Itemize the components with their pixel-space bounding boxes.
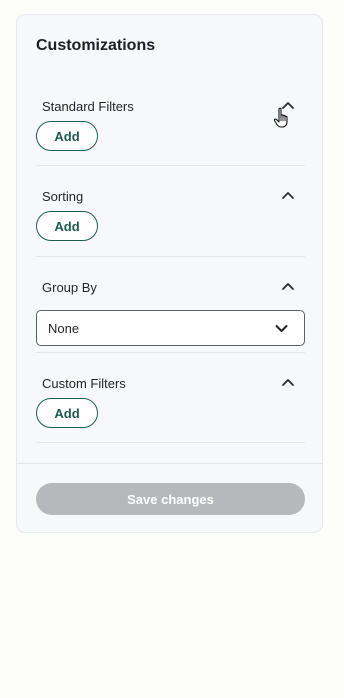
hand-pointer-cursor-icon (273, 107, 288, 128)
chevron-up-icon[interactable] (281, 190, 295, 200)
customizations-panel: Customizations Standard Filters Add Sort… (16, 14, 323, 533)
divider (36, 352, 305, 353)
section-sorting: Sorting Add (36, 187, 305, 257)
panel-title: Customizations (36, 37, 156, 54)
section-label: Standard Filters (42, 99, 134, 114)
group-by-select[interactable]: None (36, 310, 305, 346)
group-by-select-value: None (48, 321, 80, 336)
section-custom-filters: Custom Filters Add (36, 374, 305, 444)
chevron-up-icon[interactable] (281, 377, 295, 387)
divider (36, 442, 305, 443)
section-label: Group By (42, 280, 97, 295)
section-header-group-by[interactable]: Group By (42, 278, 305, 298)
section-header-custom-filters[interactable]: Custom Filters (42, 374, 305, 394)
divider (36, 256, 305, 257)
section-label: Sorting (42, 189, 84, 204)
chevron-down-icon (275, 325, 288, 332)
section-label: Custom Filters (42, 376, 126, 391)
section-header-standard-filters[interactable]: Standard Filters (42, 97, 305, 117)
save-changes-button[interactable]: Save changes (36, 483, 305, 515)
footer-divider (17, 463, 322, 464)
add-sorting-button[interactable]: Add (36, 211, 98, 241)
section-group-by: Group By None (36, 278, 305, 354)
section-header-sorting[interactable]: Sorting (42, 187, 305, 207)
add-standard-filter-button[interactable]: Add (36, 121, 98, 151)
divider (36, 165, 305, 166)
chevron-up-icon[interactable] (281, 281, 295, 291)
section-standard-filters: Standard Filters Add (36, 97, 305, 167)
add-custom-filter-button[interactable]: Add (36, 398, 98, 428)
